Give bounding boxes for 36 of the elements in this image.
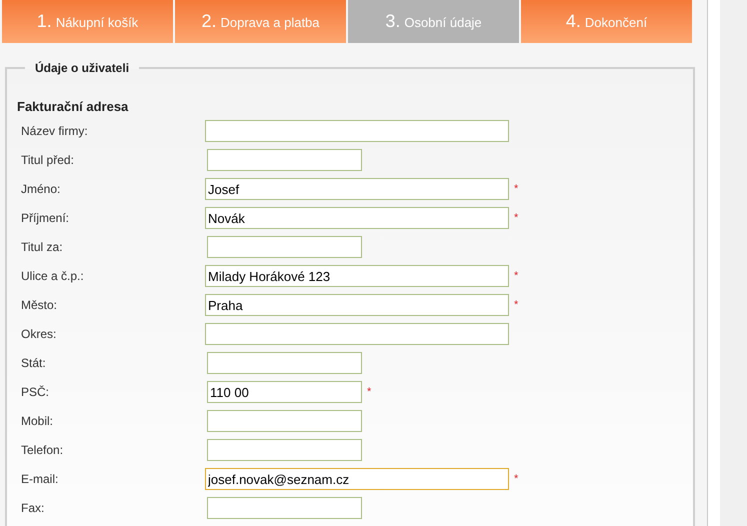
required-mark: *	[514, 210, 518, 226]
required-mark: *	[367, 384, 372, 400]
input-field[interactable]	[207, 352, 362, 374]
input-field[interactable]	[207, 410, 362, 432]
field-label: Jméno:	[20, 181, 62, 198]
input-field[interactable]	[205, 120, 509, 142]
required-mark: *	[514, 472, 518, 487]
input-field[interactable]	[207, 236, 362, 258]
field-label: Telefon:	[20, 442, 64, 459]
input-field[interactable]: Novák	[205, 207, 509, 229]
field-label: Titul před:	[20, 152, 75, 169]
input-field[interactable]	[207, 149, 362, 171]
required-mark: *	[514, 268, 518, 284]
field-label: Název firmy:	[20, 123, 89, 140]
input-field[interactable]	[207, 439, 362, 461]
section-heading: Fakturační adresa	[17, 98, 130, 116]
field-label: Okres:	[20, 326, 58, 343]
input-field[interactable]: 110 00	[207, 381, 362, 403]
required-mark: *	[514, 182, 518, 197]
input-field[interactable]: josef.novak@seznam.cz	[205, 468, 509, 490]
input-field[interactable]: Praha	[205, 294, 509, 316]
field-label: Stát:	[20, 355, 47, 372]
input-field[interactable]: Josef	[205, 178, 509, 200]
field-label: E-mail:	[20, 471, 60, 488]
field-label: Fax:	[20, 500, 46, 517]
required-mark: *	[514, 298, 518, 313]
field-label: PSČ:	[20, 384, 50, 401]
section-legend: Údaje o uživateli	[25, 59, 140, 77]
input-field[interactable]	[207, 497, 362, 519]
field-label: Ulice a č.p.:	[20, 268, 85, 285]
field-label: Město:	[20, 297, 58, 314]
input-field[interactable]: Milady Horákové 123	[205, 265, 509, 287]
field-label: Příjmení:	[20, 210, 70, 227]
field-label: Titul za:	[20, 239, 64, 256]
input-field[interactable]	[205, 323, 509, 345]
field-label: Mobil:	[20, 413, 54, 430]
